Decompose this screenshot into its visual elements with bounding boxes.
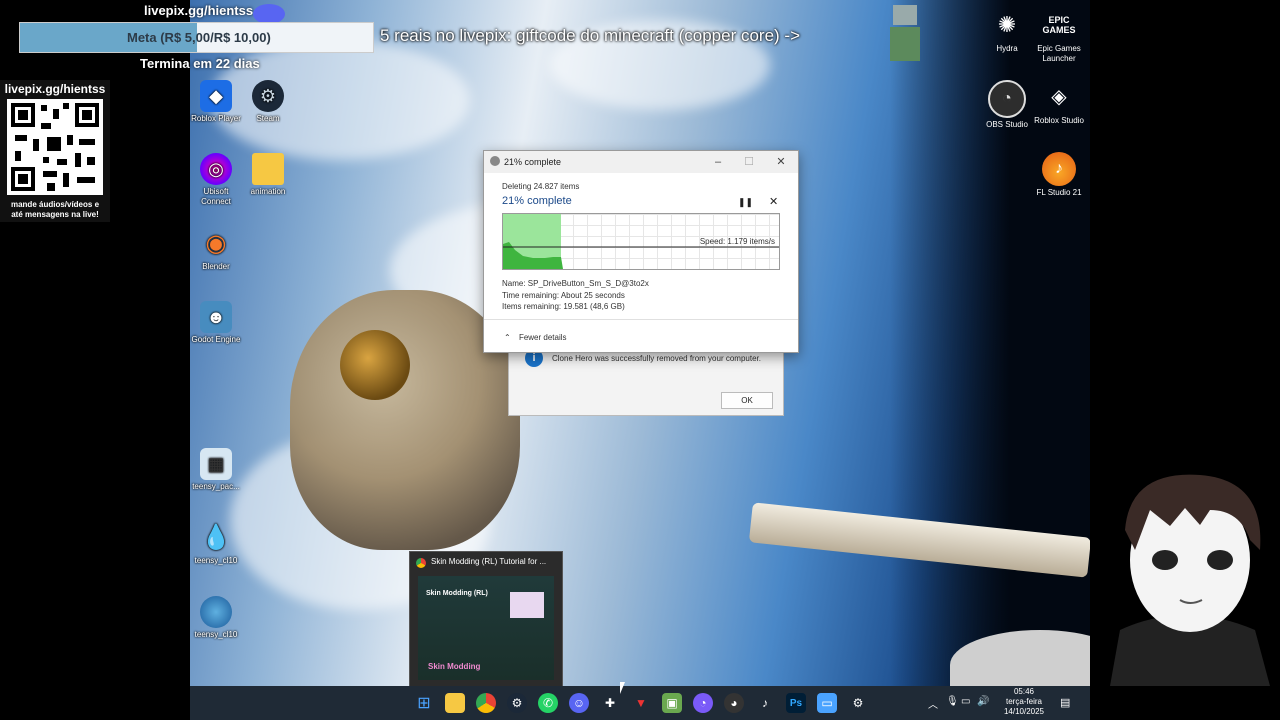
progress-clock-icon <box>490 156 500 166</box>
dialog-title: 21% complete <box>504 157 562 167</box>
ubisoft-icon: ◎ <box>200 153 232 185</box>
desktop-icon-epic-games[interactable]: EPIC GAMES Epic Games Launcher <box>1029 8 1089 64</box>
livepix-url-top: livepix.gg/hientss <box>144 3 254 18</box>
image-viewer-icon[interactable]: ▭ <box>817 693 837 713</box>
uninstall-message: Clone Hero was successfully removed from… <box>552 354 761 363</box>
chat-app-icon[interactable]: ◔ <box>693 693 713 713</box>
chrome-icon <box>416 558 426 568</box>
hydra-icon: ✺ <box>997 12 1017 37</box>
pause-button[interactable]: ❚❚ <box>738 197 753 208</box>
clock[interactable]: 05:46 terça-feira 14/10/2025 <box>998 687 1050 717</box>
blender-icon: ◉ <box>205 230 227 257</box>
maximize-button[interactable]: ☐ <box>739 154 759 170</box>
donation-goal-bar: Meta (R$ 5,00/R$ 10,00) <box>19 22 374 53</box>
teensy-icon: 💧 <box>201 524 231 551</box>
desktop-icon-ubisoft-connect[interactable]: ◎ Ubisoft Connect <box>189 153 243 207</box>
streamer-avatar <box>1090 470 1280 686</box>
godot-icon: ☻ <box>200 301 232 333</box>
teensy-installer-icon: ▦ <box>200 448 232 480</box>
goal-ends-in: Termina em 22 dias <box>140 56 260 71</box>
fl-studio-taskbar-icon[interactable]: ♪ <box>755 693 775 713</box>
roblox-icon: ◆ <box>200 80 232 112</box>
epic-games-icon: EPIC GAMES <box>1042 15 1076 35</box>
plus-app-icon[interactable]: ✚ <box>600 693 620 713</box>
vivaldi-icon[interactable]: ▼ <box>631 693 651 713</box>
desktop-icon-hydra[interactable]: ✺ Hydra <box>977 8 1037 54</box>
start-windows-icon[interactable]: ⊞ <box>414 693 434 713</box>
volume-icon[interactable]: 🔊 <box>977 696 989 707</box>
globe-icon <box>200 596 232 628</box>
qr-code <box>7 99 103 195</box>
dialog-titlebar: 21% complete – ☐ ✕ <box>484 151 798 173</box>
taskbar-tab-preview[interactable]: Skin Modding (RL) Tutorial for ... Skin … <box>409 551 563 688</box>
time-remaining: Time remaining: About 25 seconds <box>502 291 625 300</box>
cancel-operation-button[interactable]: ✕ <box>769 195 778 208</box>
discord-icon[interactable]: ☺ <box>569 693 589 713</box>
desktop-icon-steam[interactable]: ⚙ Steam <box>241 80 295 124</box>
desktop-icon-roblox-player[interactable]: ◆ Roblox Player <box>189 80 243 124</box>
photoshop-icon[interactable]: Ps <box>786 693 806 713</box>
desktop-icon-teensy-pac[interactable]: ▦ teensy_pac... <box>189 448 243 492</box>
tab-preview-thumbnail: Skin Modding (RL) Skin Modding <box>418 576 554 680</box>
clock-day: terça-feira <box>1005 697 1042 706</box>
desktop-icon-teensy-cl10-2[interactable]: teensy_cl10 <box>189 596 243 640</box>
desktop-icon-obs[interactable]: ◔ OBS Studio <box>977 80 1037 130</box>
items-remaining: Items remaining: 19.581 (48,6 GB) <box>502 302 625 311</box>
qr-caption: mande áudios/vídeos e até mensagens na l… <box>10 200 100 219</box>
promo-banner: 5 reais no livepix: giftcode do minecraf… <box>380 26 801 45</box>
microphone-icon[interactable]: 🎙 <box>946 696 959 707</box>
close-button[interactable]: ✕ <box>771 154 791 170</box>
roblox-studio-icon: ◈ <box>1051 86 1067 108</box>
donation-goal-label: Meta (R$ 5,00/R$ 10,00) <box>127 30 271 45</box>
desktop-icon-godot[interactable]: ☻ Godot Engine <box>189 301 243 345</box>
tab-preview-title: Skin Modding (RL) Tutorial for ... <box>431 557 547 566</box>
speed-label: Speed: 1.179 items/s <box>699 237 775 246</box>
desktop-icon-teensy-cl10-1[interactable]: 💧 teensy_cl10 <box>189 522 243 566</box>
mouse-cursor-icon <box>620 682 625 694</box>
desktop-icon-animation-folder[interactable]: animation <box>241 153 295 197</box>
fl-studio-icon: ♪ <box>1042 152 1076 186</box>
fewer-details-toggle[interactable]: ⌃ Fewer details <box>504 333 567 342</box>
deleting-count: Deleting 24.827 items <box>502 182 580 191</box>
chrome-taskbar-icon[interactable] <box>476 693 496 713</box>
file-explorer-icon[interactable] <box>445 693 465 713</box>
steam-taskbar-icon[interactable]: ⚙ <box>507 693 527 713</box>
notifications-icon[interactable]: ▤ <box>1060 696 1070 709</box>
desktop-icon-fl-studio[interactable]: ♪ FL Studio 21 <box>1029 152 1089 198</box>
minecraft-figure-icon <box>890 5 920 61</box>
discord-badge-icon <box>253 4 285 24</box>
file-operation-dialog: 21% complete – ☐ ✕ Deleting 24.827 items… <box>483 150 799 353</box>
current-item-name: Name: SP_DriveButton_Sm_S_D@3to2x <box>502 279 649 288</box>
desktop-icon-blender[interactable]: ◉ Blender <box>189 228 243 272</box>
obs-taskbar-icon[interactable]: ◕ <box>724 693 744 713</box>
tray-chevron-up-icon[interactable]: ︿ <box>928 696 938 711</box>
network-icon[interactable]: ▭ <box>961 696 970 707</box>
minecraft-launcher-icon[interactable]: ▣ <box>662 693 682 713</box>
steam-icon: ⚙ <box>252 80 284 112</box>
settings-gear-icon[interactable]: ⚙ <box>848 693 868 713</box>
clock-date: 14/10/2025 <box>1003 707 1045 716</box>
qr-title: livepix.gg/hientss <box>4 82 106 96</box>
chevron-up-icon: ⌃ <box>504 333 511 342</box>
speed-graph: Speed: 1.179 items/s <box>502 213 780 270</box>
progress-heading: 21% complete <box>502 195 572 207</box>
taskbar: ⊞ ⚙ ✆ ☺ ✚ ▼ ▣ ◔ ◕ ♪ Ps ▭ ⚙ ︿ 🎙 ▭ 🔊 05:46… <box>190 686 1090 720</box>
clock-time: 05:46 <box>1013 687 1035 696</box>
obs-icon: ◔ <box>988 80 1026 118</box>
whatsapp-icon[interactable]: ✆ <box>538 693 558 713</box>
ok-button[interactable]: OK <box>721 392 773 409</box>
folder-icon <box>252 153 284 185</box>
minimize-button[interactable]: – <box>708 154 728 170</box>
desktop-icon-roblox-studio[interactable]: ◈ Roblox Studio <box>1029 80 1089 126</box>
